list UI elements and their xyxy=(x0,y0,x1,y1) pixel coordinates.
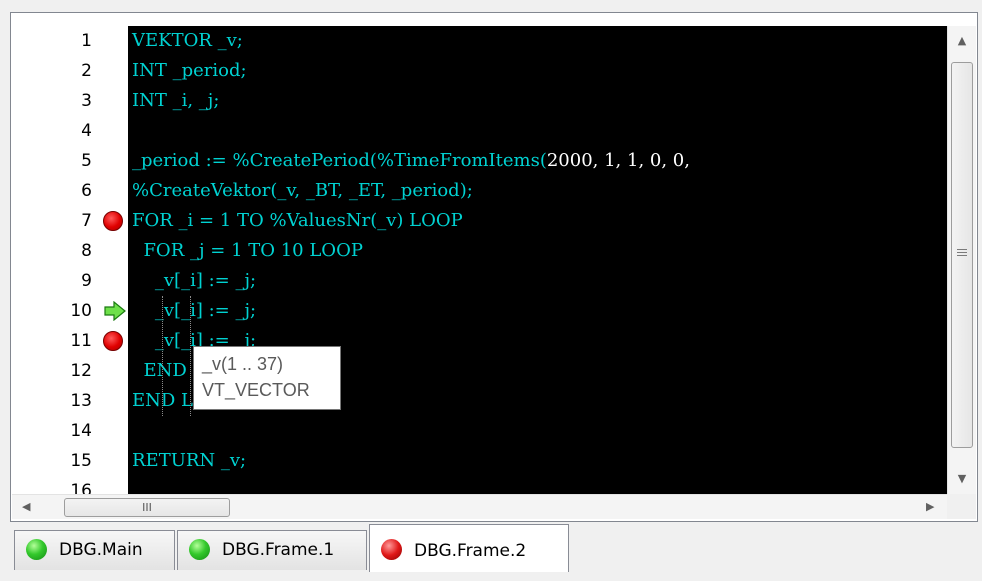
code-line: _v[_i] := _j; xyxy=(132,296,256,326)
tab-label: DBG.Main xyxy=(59,540,143,560)
tab-label: DBG.Frame.1 xyxy=(222,540,335,560)
scroll-grip-icon: III xyxy=(142,501,152,514)
horizontal-scroll-thumb[interactable]: III xyxy=(64,498,230,517)
red-status-icon xyxy=(381,539,402,560)
current-line-arrow-icon xyxy=(104,301,126,321)
line-number: 3 xyxy=(81,91,92,111)
line-number: 7 xyxy=(81,211,92,231)
green-status-icon xyxy=(189,539,210,560)
tooltip-variable-type: VT_VECTOR xyxy=(202,380,310,400)
indent-guide xyxy=(162,296,163,416)
line-number: 5 xyxy=(81,151,92,171)
code-line: RETURN _v; xyxy=(132,446,246,476)
code-token: RETURN _v; xyxy=(132,450,247,471)
horizontal-scrollbar[interactable]: ◀ III ▶ xyxy=(12,494,947,519)
code-token: INT _i, _j; xyxy=(132,90,220,111)
line-number: 11 xyxy=(70,331,92,351)
code-line: _v[_i] := _j; xyxy=(132,266,256,296)
line-number: 9 xyxy=(81,271,92,291)
breakpoint-icon[interactable] xyxy=(103,211,123,231)
vertical-scrollbar[interactable]: ▲ ▼ xyxy=(947,26,976,494)
code-token: %CreateVektor(_v, _BT, _ET, _period); xyxy=(132,180,473,201)
scroll-left-icon[interactable]: ◀ xyxy=(22,500,30,513)
line-number: 12 xyxy=(70,361,92,381)
code-line: FOR _j = 1 TO 10 LOOP xyxy=(132,236,363,266)
line-number: 13 xyxy=(70,391,92,411)
line-number: 2 xyxy=(81,61,92,81)
code-line: _period := %CreatePeriod(%TimeFromItems(… xyxy=(132,146,690,176)
scroll-up-icon[interactable]: ▲ xyxy=(948,34,976,47)
line-number: 1 xyxy=(81,31,92,51)
code-token: INT _period; xyxy=(132,60,247,81)
code-number-token: 2000, 1, 1, 0, 0, xyxy=(546,150,690,171)
indent-guide xyxy=(190,296,191,416)
code-line: VEKTOR _v; xyxy=(132,26,243,56)
breakpoint-icon[interactable] xyxy=(103,331,123,351)
scroll-down-icon[interactable]: ▼ xyxy=(948,472,976,485)
code-line: INT _i, _j; xyxy=(132,86,219,116)
green-status-icon xyxy=(26,539,47,560)
line-number: 10 xyxy=(70,301,92,321)
variable-tooltip: _v(1 .. 37) VT_VECTOR xyxy=(193,346,341,410)
code-token: VEKTOR _v; xyxy=(132,30,243,51)
code-token: _v[_i] := _j; xyxy=(132,270,257,291)
code-token: _period := %CreatePeriod(%TimeFromItems( xyxy=(132,150,547,171)
line-number: 15 xyxy=(70,451,92,471)
tab-label: DBG.Frame.2 xyxy=(414,541,527,561)
tab-dbg-frame-2[interactable]: DBG.Frame.2 xyxy=(369,524,569,572)
code-editor[interactable]: VEKTOR _v; INT _period; INT _i, _j; _period… xyxy=(128,26,947,494)
line-number-gutter[interactable]: 1 2 3 4 5 6 7 8 9 10 11 12 13 14 15 16 xyxy=(12,26,128,501)
vertical-scroll-thumb[interactable] xyxy=(951,62,973,448)
tab-dbg-frame-1[interactable]: DBG.Frame.1 xyxy=(177,530,367,570)
code-token: FOR _i = 1 TO %ValuesNr(_v) LOOP xyxy=(132,210,463,231)
code-token: _v[_i] := _j; xyxy=(132,300,257,321)
line-number: 4 xyxy=(81,121,92,141)
line-number: 14 xyxy=(70,421,92,441)
line-number: 6 xyxy=(81,181,92,201)
code-line: FOR _i = 1 TO %ValuesNr(_v) LOOP xyxy=(132,206,463,236)
scroll-right-icon[interactable]: ▶ xyxy=(926,500,934,513)
tooltip-variable-range: _v(1 .. 37) xyxy=(202,354,284,374)
line-number: 8 xyxy=(81,241,92,261)
code-token: FOR _j = 1 TO 10 LOOP xyxy=(132,240,363,261)
tab-dbg-main[interactable]: DBG.Main xyxy=(14,530,175,570)
debug-frame-tabs: DBG.Main DBG.Frame.1 DBG.Frame.2 xyxy=(0,524,982,581)
code-line: %CreateVektor(_v, _BT, _ET, _period); xyxy=(132,176,473,206)
scrollbar-corner xyxy=(947,494,976,519)
code-line: INT _period; xyxy=(132,56,247,86)
